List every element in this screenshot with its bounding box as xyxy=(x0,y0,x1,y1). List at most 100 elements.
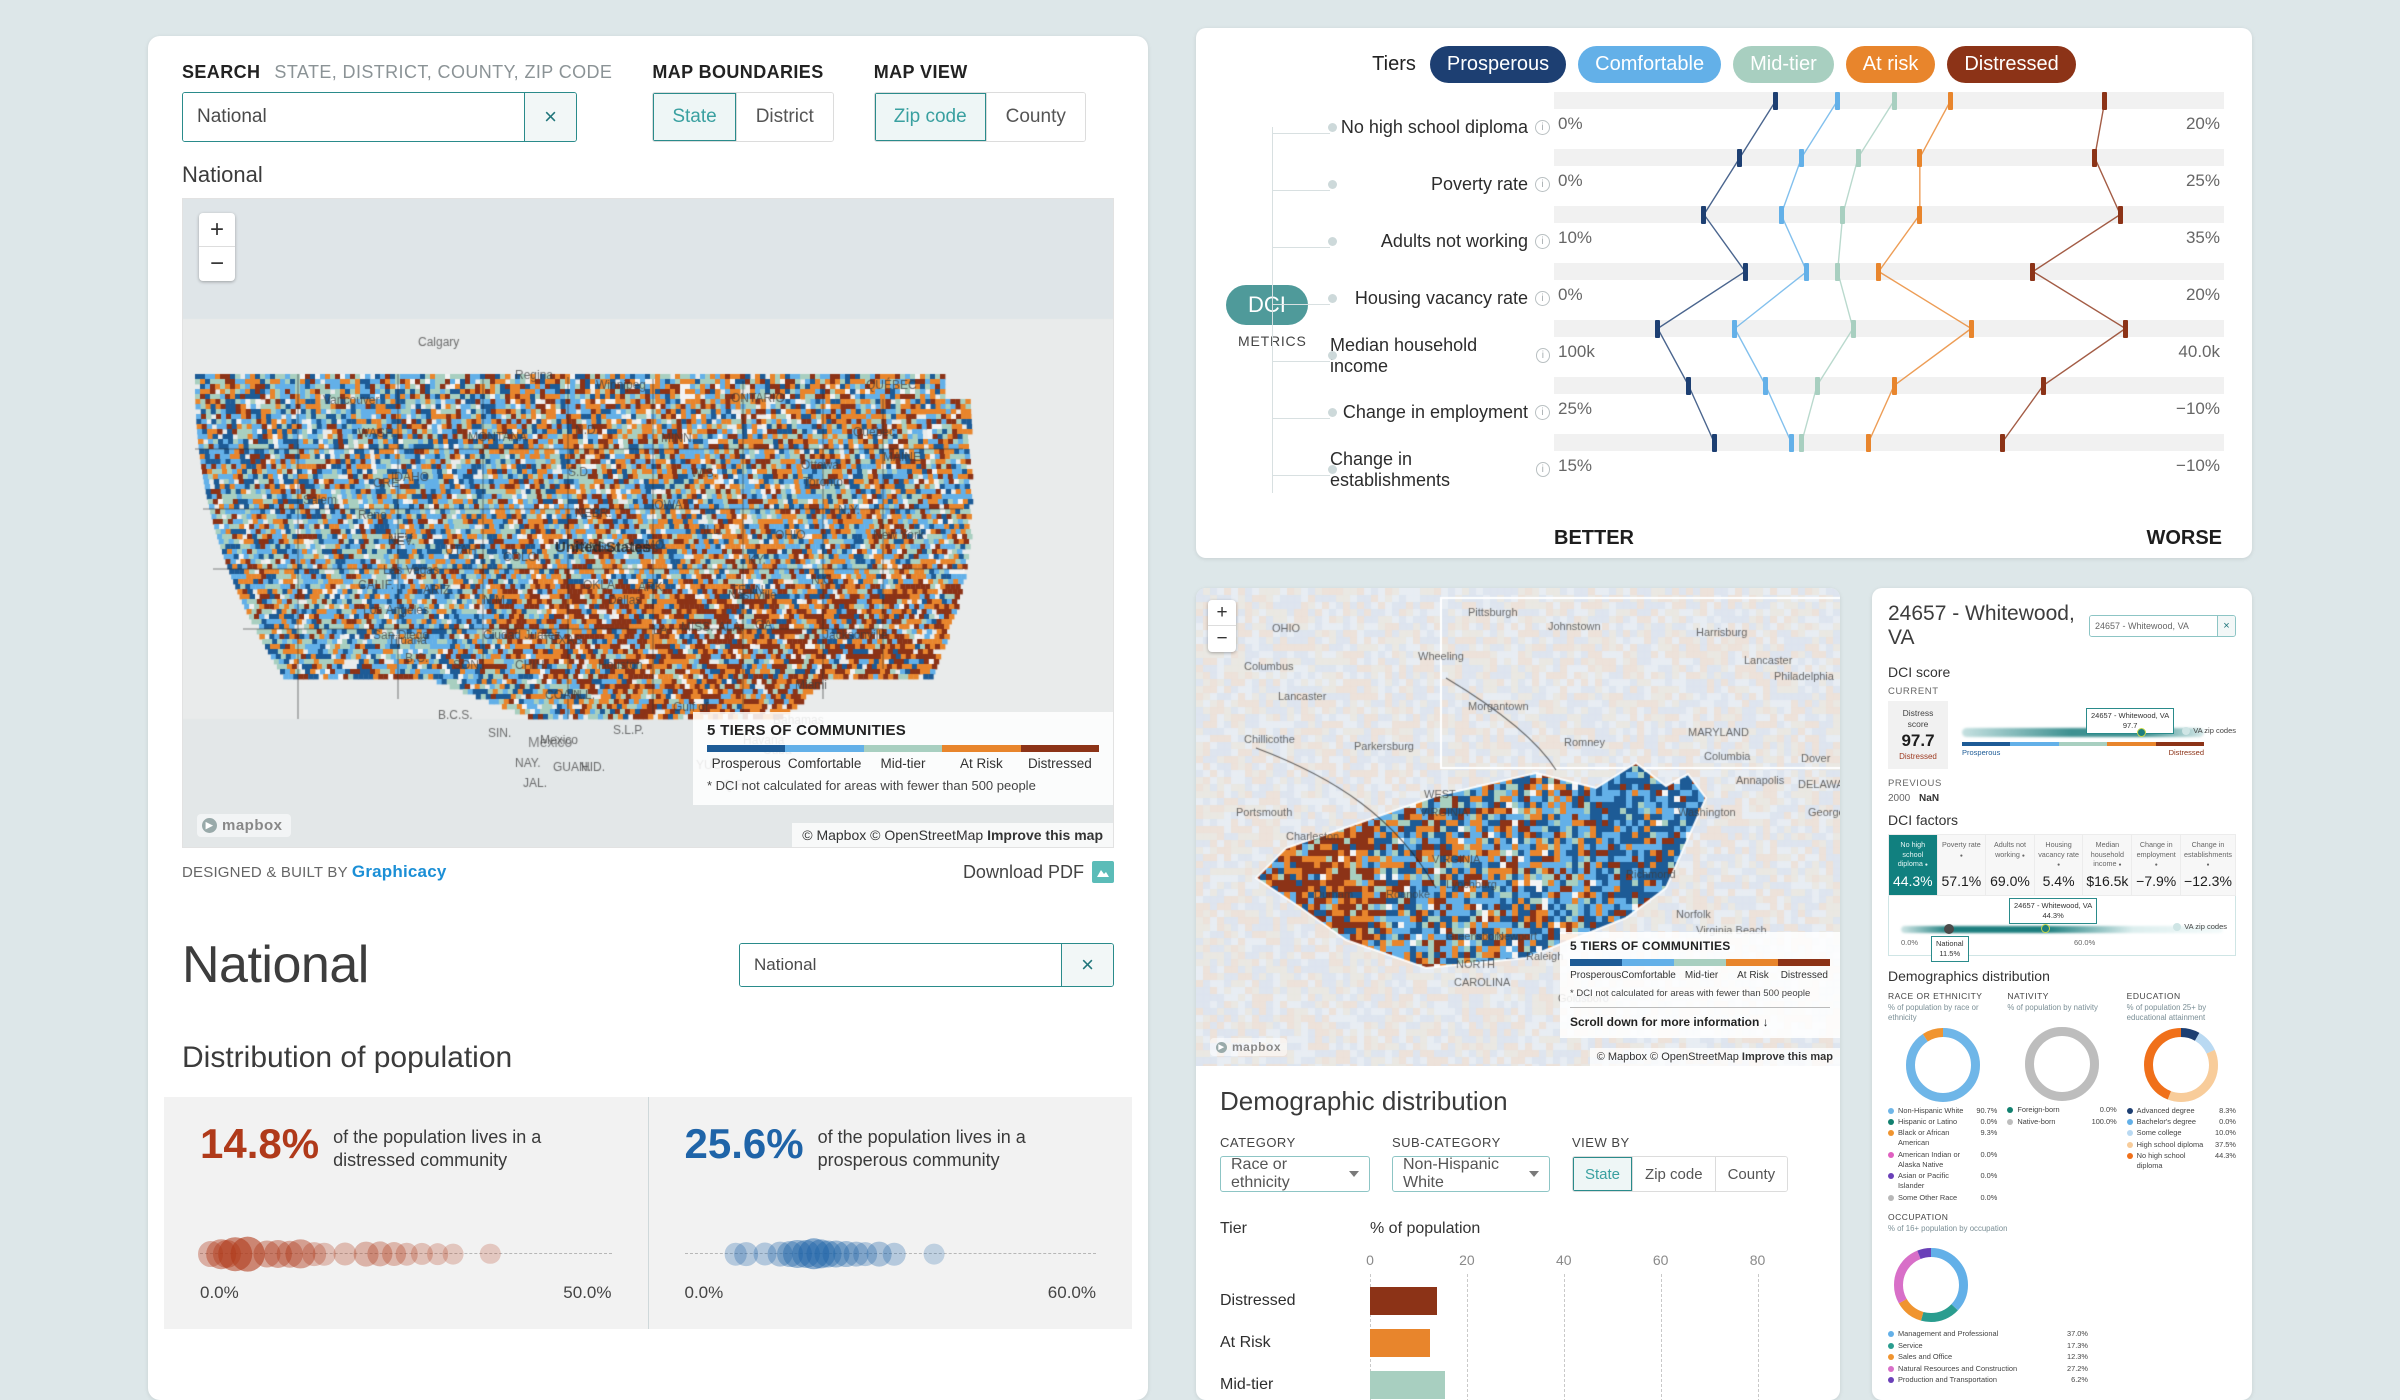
va-zoom-in-icon[interactable]: + xyxy=(1208,600,1236,626)
legend-row: Some Other Race 0.0% xyxy=(1888,1193,1997,1203)
previous-value: NaN xyxy=(1919,793,1940,805)
series-tick xyxy=(1917,148,1923,167)
dci-factor-cell[interactable]: Adults not working ● 69.0% xyxy=(1986,835,2035,896)
dci-factor-cell[interactable]: Median household income ● $16.5k xyxy=(2083,835,2133,896)
dci-factor-cell[interactable]: Housing vacancy rate ● 5.4% xyxy=(2034,835,2084,896)
info-icon[interactable]: i xyxy=(1535,177,1550,192)
category-select[interactable]: Race or ethnicity xyxy=(1220,1156,1370,1192)
zip-search-box[interactable]: × xyxy=(2089,615,2236,637)
dci-factor-name: Median household income ● xyxy=(2090,840,2124,868)
zip-clear-icon[interactable]: × xyxy=(2217,616,2235,636)
legend-label-atrisk: At Risk xyxy=(960,756,1003,771)
series-tick xyxy=(1799,148,1805,167)
improve-map-link[interactable]: Improve this map xyxy=(987,827,1103,843)
series-line-distressed xyxy=(2001,100,2127,443)
boundaries-option-district[interactable]: District xyxy=(736,93,833,141)
series-tick xyxy=(2102,91,2108,110)
map-boundaries-group: MAP BOUNDARIES State District xyxy=(652,62,834,142)
dci-factors-table[interactable]: No high school diploma ● 44.3% Poverty rat… xyxy=(1888,834,2236,897)
legend-value: 44.3% xyxy=(2215,1151,2236,1161)
zoom-out-icon[interactable]: − xyxy=(199,247,235,281)
category-label: CATEGORY xyxy=(1220,1135,1296,1150)
info-icon[interactable]: i xyxy=(1535,405,1550,420)
brand-link[interactable]: Graphicacy xyxy=(352,862,447,881)
map-boundaries-segmented[interactable]: State District xyxy=(652,92,834,142)
boundaries-option-state[interactable]: State xyxy=(653,93,737,141)
tier-pill-prosperous[interactable]: Prosperous xyxy=(1429,46,1567,83)
viewby-option-zipcode[interactable]: Zip code xyxy=(1633,1157,1716,1191)
dci-factor-cell[interactable]: Change in establishments ● −12.3% xyxy=(2181,835,2235,896)
legend-swatch-icon xyxy=(1888,1377,1894,1384)
detail-search-box[interactable]: × xyxy=(739,943,1114,987)
va-legend-label-prosperous: Prosperous xyxy=(1570,970,1622,981)
tree-spine xyxy=(1272,127,1273,493)
info-icon[interactable]: i xyxy=(1535,120,1550,135)
map-view-segmented[interactable]: Zip code County xyxy=(873,92,1086,142)
factor-tooltip-name: 24657 - Whitewood, VA xyxy=(2014,901,2093,911)
subcategory-select[interactable]: Non-Hispanic White xyxy=(1392,1156,1550,1192)
series-tick xyxy=(1763,376,1769,395)
metric-row: Adults not working i xyxy=(1328,213,1550,270)
map-view-group: MAP VIEW Zip code County xyxy=(873,62,1086,142)
map-zoom-controls[interactable]: + − xyxy=(199,213,235,281)
mapview-option-zipcode[interactable]: Zip code xyxy=(874,93,987,141)
info-icon[interactable]: i xyxy=(1535,348,1550,363)
legend-label: Native-born xyxy=(2017,1116,2056,1126)
donut-legend: Advanced degree 8.3% Bachelor's degree 0.0%… xyxy=(2126,1106,2236,1172)
legend-label: Some college xyxy=(2136,1128,2182,1138)
info-icon[interactable]: i xyxy=(1535,234,1550,249)
va-zoom-out-icon[interactable]: − xyxy=(1208,626,1236,652)
viewby-option-county[interactable]: County xyxy=(1715,1157,1788,1191)
series-tick xyxy=(1891,376,1897,395)
dci-factor-cell[interactable]: No high school diploma ● 44.3% xyxy=(1889,835,1938,896)
va-improve-map-link[interactable]: Improve this map xyxy=(1742,1051,1833,1063)
demographic-group-key: NATIVITY xyxy=(2007,991,2049,1002)
detail-clear-icon[interactable]: × xyxy=(1061,944,1113,986)
mapview-option-county[interactable]: County xyxy=(986,93,1085,141)
legend-swatch-icon xyxy=(2126,1130,2133,1137)
legend-label: Asian or Pacific Islander xyxy=(1898,1171,1949,1191)
dci-factor-name: No high school diploma ● xyxy=(1897,840,1928,868)
clear-icon[interactable]: × xyxy=(524,93,576,141)
viewby-segmented[interactable]: State Zip code County xyxy=(1572,1156,1789,1192)
tier-pill-distressed[interactable]: Distressed xyxy=(1947,46,2076,83)
dci-factor-name: Change in employment ● xyxy=(2136,840,2176,868)
x-tick-label: 0 xyxy=(1366,1252,1374,1268)
dci-factor-cell[interactable]: Poverty rate ● 57.1% xyxy=(1937,835,1987,896)
national-map[interactable]: + − ▶ mapbox 5 TIERS OF COMMUNITIES Pros… xyxy=(182,198,1114,848)
dci-factor-cell[interactable]: Change in employment ● −7.9% xyxy=(2132,835,2182,896)
va-legend-note: * DCI not calculated for areas with fewe… xyxy=(1570,988,1811,999)
viewby-option-state[interactable]: State xyxy=(1573,1157,1634,1191)
tier-pill-atrisk[interactable]: At risk xyxy=(1845,46,1936,83)
va-legend-label-comfortable: Comfortable xyxy=(1621,970,1676,981)
zip-search-input[interactable] xyxy=(2090,616,2218,636)
zip-header: 24657 - Whitewood, VA × xyxy=(1872,588,2252,656)
metric-row: Change in employment i xyxy=(1328,384,1550,441)
info-icon[interactable]: i xyxy=(1535,462,1550,477)
search-box[interactable]: × xyxy=(182,92,577,142)
zoom-in-icon[interactable]: + xyxy=(199,213,235,247)
legend-swatch-icon xyxy=(2126,1153,2133,1160)
info-icon[interactable]: i xyxy=(1535,291,1550,306)
x-tick-label: 80 xyxy=(1749,1252,1766,1268)
prosperous-caption: of the population lives in a prosperous … xyxy=(817,1127,1026,1170)
legend-label: Foreign-born xyxy=(2017,1105,2060,1115)
series-tick xyxy=(1917,205,1923,224)
virginia-map[interactable]: + − ▶ mapbox 5 TIERS OF COMMUNITIES Pros… xyxy=(1196,588,1840,1066)
search-input[interactable] xyxy=(183,93,524,141)
legend-label-comfortable: Comfortable xyxy=(787,756,862,771)
info-dot-icon: ● xyxy=(2154,861,2158,868)
metric-node-icon xyxy=(1328,351,1337,360)
va-zipcodes-legend: VA zip codes xyxy=(2182,726,2236,735)
metric-row: Poverty rate i xyxy=(1328,156,1550,213)
download-pdf-button[interactable]: Download PDF xyxy=(963,861,1114,883)
distribution-panel: 14.8% of the population lives in a distr… xyxy=(164,1097,1132,1329)
series-tick xyxy=(2030,262,2036,281)
detail-search-input[interactable] xyxy=(740,944,1061,986)
va-map-zoom-controls[interactable]: + − xyxy=(1208,600,1236,652)
tier-pill-midtier[interactable]: Mid-tier xyxy=(1733,46,1834,83)
legend-label: High school diploma xyxy=(2136,1139,2204,1149)
occupation-key: OCCUPATION xyxy=(1888,1212,1949,1223)
tier-pill-comfortable[interactable]: Comfortable xyxy=(1578,46,1722,83)
map-legend: 5 TIERS OF COMMUNITIES Prosperous Comfor… xyxy=(693,712,1113,805)
